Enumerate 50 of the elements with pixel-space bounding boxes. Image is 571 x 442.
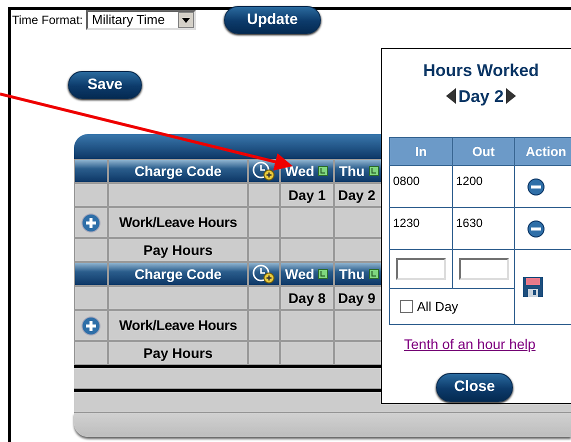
help-link[interactable]: Tenth of an hour help (404, 334, 536, 355)
clock-add-icon[interactable] (252, 161, 276, 181)
row-label: Pay Hours (143, 240, 213, 260)
time-cell: 1200 (456, 174, 483, 188)
time-format-select[interactable]: Military Time (86, 10, 196, 30)
update-button[interactable]: Update (224, 6, 321, 34)
next-icon[interactable] (506, 88, 516, 104)
header-cell (74, 262, 108, 286)
previous-icon[interactable] (446, 88, 456, 104)
column-header: Wed (285, 264, 314, 284)
calendar-icon[interactable] (368, 269, 379, 279)
time-cell: 1230 (393, 216, 420, 230)
column-header: Thu (339, 264, 365, 284)
day-label: Day 8 (288, 288, 326, 308)
field-label: Time Format: (12, 12, 83, 29)
popup-title: Hours Worked (423, 60, 539, 82)
row-label: Pay Hours (143, 344, 213, 363)
calendar-icon[interactable] (318, 269, 328, 279)
all-day-checkbox[interactable] (400, 300, 413, 313)
add-icon[interactable] (81, 212, 101, 232)
time-cell: 1630 (456, 216, 483, 230)
remove-icon[interactable] (527, 220, 545, 238)
table-cell (280, 341, 334, 365)
row-label: Work/Leave Hours (119, 316, 237, 335)
column-header: Charge Code (108, 262, 248, 286)
dropdown-icon[interactable] (178, 12, 194, 28)
calendar-icon[interactable] (368, 166, 379, 176)
row-label: Work/Leave Hours (119, 213, 237, 232)
calendar-icon[interactable] (318, 166, 328, 176)
header-cell (74, 159, 108, 183)
save-button[interactable]: Save (68, 71, 142, 99)
day-label: Day 2 (338, 186, 376, 205)
save-icon[interactable] (523, 277, 543, 297)
column-header: Charge Code (108, 159, 248, 183)
column-header: Action (515, 138, 571, 165)
column-header: In (390, 138, 453, 165)
remove-icon[interactable] (527, 178, 545, 196)
day-label: Day 1 (288, 186, 326, 205)
close-button[interactable]: Close (436, 373, 513, 402)
day-label: Day 9 (338, 288, 376, 308)
checkbox-label: All Day (417, 298, 458, 316)
out-time-input[interactable] (458, 258, 508, 280)
time-cell: 0800 (393, 174, 420, 188)
column-header: Wed (285, 162, 314, 180)
in-time-input[interactable] (396, 258, 446, 280)
clock-add-icon[interactable] (252, 264, 276, 284)
column-header: Thu (339, 162, 365, 180)
day-label: Day 2 (458, 86, 504, 108)
column-header: Out (453, 138, 515, 165)
add-icon[interactable] (81, 316, 101, 336)
